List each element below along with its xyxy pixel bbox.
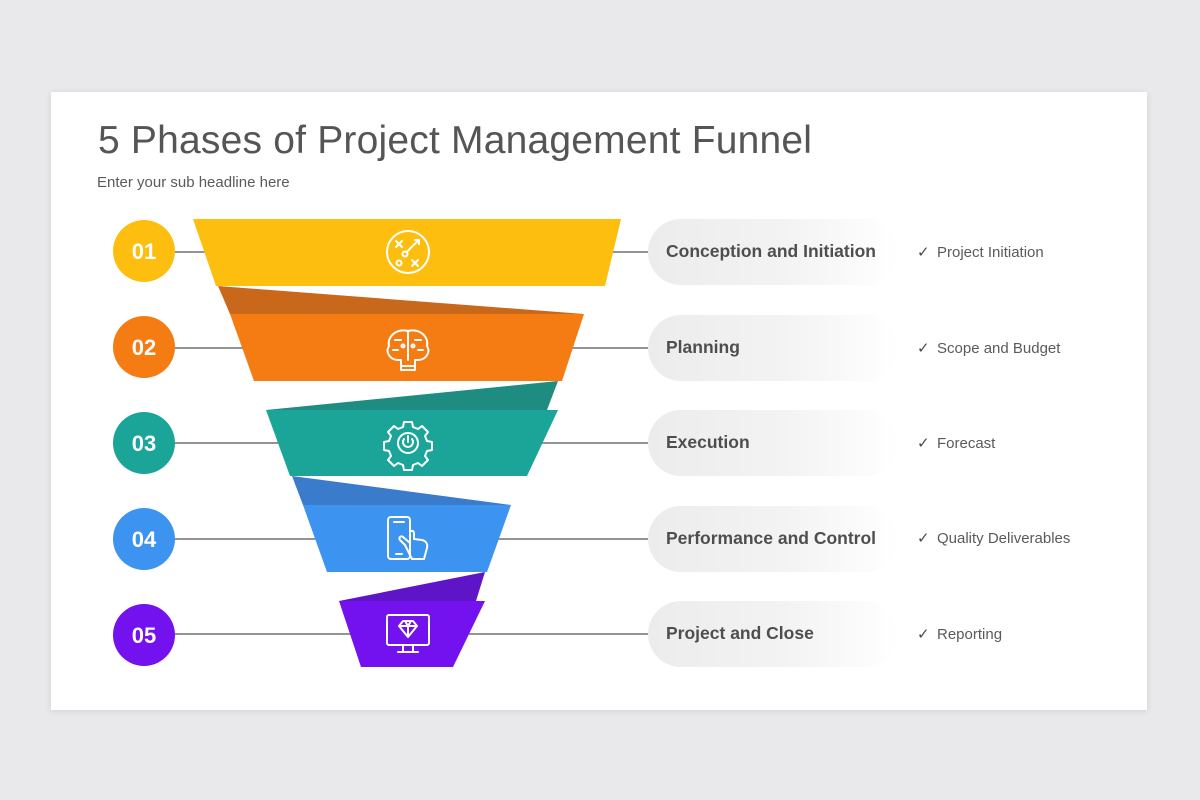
number-label-5: 05: [132, 623, 156, 648]
stage-detail-text-5: Reporting: [937, 626, 1003, 643]
funnel-segment-4: [303, 505, 511, 572]
number-label-4: 04: [132, 527, 157, 552]
funnel-fold-1: [218, 286, 584, 314]
check-icon: ✓: [917, 530, 930, 547]
stage-name-1: Conception and Initiation: [666, 241, 876, 261]
stage-detail-4: ✓ Quality Deliverables: [917, 529, 1070, 547]
stage-detail-3: ✓ Forecast: [917, 434, 995, 452]
check-icon: ✓: [917, 626, 930, 643]
check-icon: ✓: [917, 340, 930, 357]
number-label-1: 01: [132, 239, 156, 264]
funnel-fold-4: [339, 572, 485, 601]
stage-detail-text-3: Forecast: [937, 435, 996, 452]
number-label-2: 02: [132, 335, 156, 360]
stage-detail-text-4: Quality Deliverables: [937, 530, 1071, 547]
stage-detail-2: ✓ Scope and Budget: [917, 339, 1060, 357]
funnel-fold-2: [266, 381, 558, 410]
stage-detail-5: ✓ Reporting: [917, 625, 1002, 643]
stage-detail-text-2: Scope and Budget: [937, 340, 1061, 357]
number-label-3: 03: [132, 431, 156, 456]
slide: 5 Phases of Project Management Funnel En…: [51, 92, 1147, 710]
check-icon: ✓: [917, 435, 930, 452]
funnel-segment-5: [339, 601, 485, 667]
check-icon: ✓: [917, 244, 930, 261]
stage-name-2: Planning: [666, 337, 740, 357]
stage-name-3: Execution: [666, 432, 750, 452]
funnel-diagram: 01 02 03 04 05: [113, 219, 648, 667]
stage-name-4: Performance and Control: [666, 528, 877, 548]
stage-detail-1: ✓ Project Initiation: [917, 243, 1044, 261]
stage-detail-text-1: Project Initiation: [937, 244, 1044, 261]
stage-name-5: Project and Close: [666, 623, 814, 643]
funnel-fold-3: [292, 476, 511, 505]
